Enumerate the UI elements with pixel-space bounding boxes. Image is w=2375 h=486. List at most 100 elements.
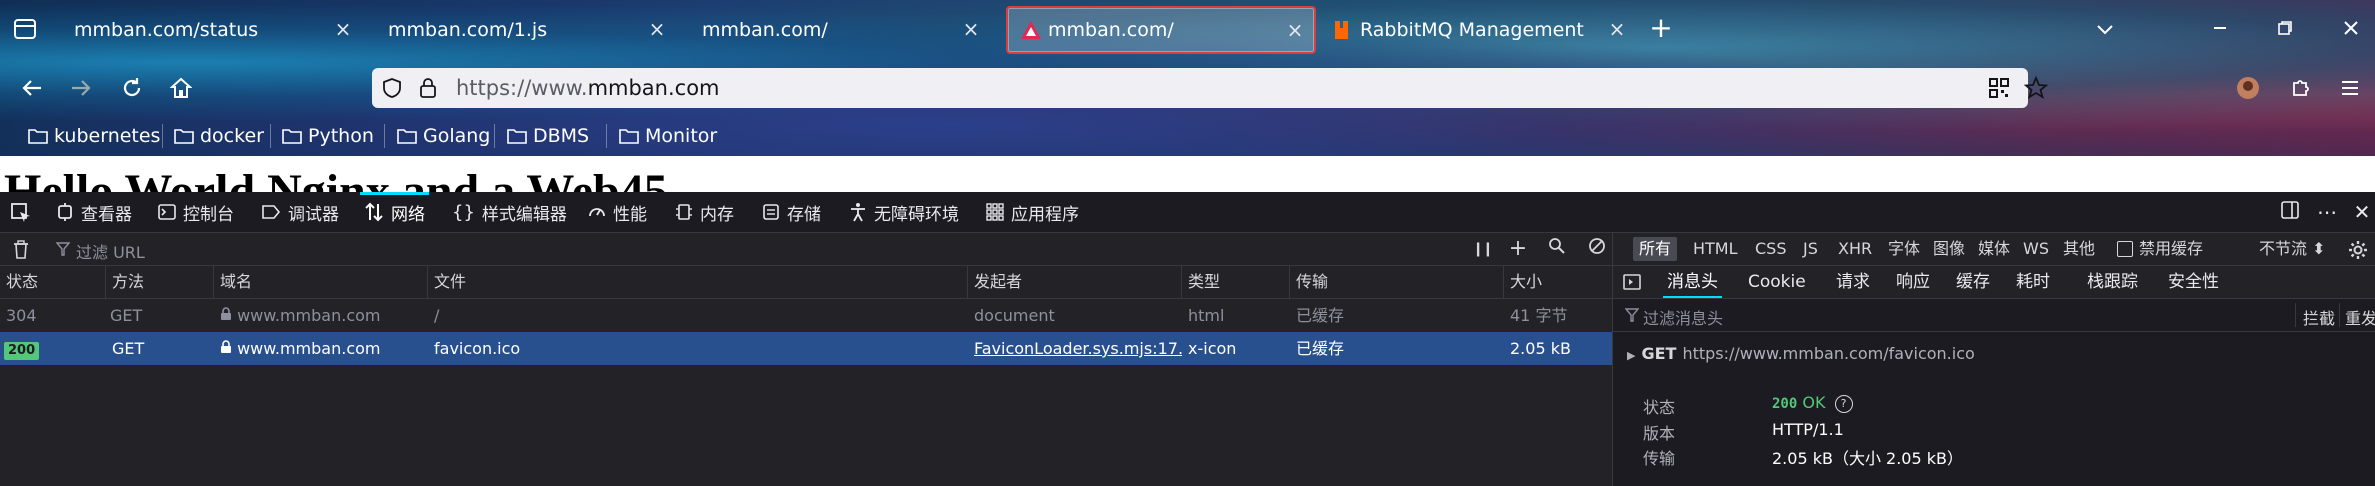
sidebar-toggle-icon[interactable]	[10, 16, 40, 42]
tab-storage[interactable]: 存储	[762, 192, 821, 232]
minimize-icon[interactable]	[2205, 14, 2235, 44]
filter-ws[interactable]: WS	[2023, 233, 2049, 265]
close-icon[interactable]: ×	[960, 18, 982, 40]
disable-cache-checkbox[interactable]	[2117, 241, 2133, 257]
extensions-icon[interactable]	[2282, 70, 2318, 106]
filter-xhr[interactable]: XHR	[1838, 233, 1872, 265]
block-icon[interactable]	[1585, 237, 1609, 261]
cell-transfer: 已缓存	[1296, 339, 1345, 358]
tab-label: 网络	[391, 204, 425, 225]
url-text[interactable]: https://www.mmban.com	[456, 68, 720, 108]
filter-js[interactable]: JS	[1803, 233, 1818, 265]
restore-icon[interactable]	[2270, 14, 2300, 44]
url-bar[interactable]: https://www.mmban.com	[372, 68, 2048, 108]
column-transfer[interactable]: 传输	[1290, 266, 1504, 298]
tab-style-editor[interactable]: {} 样式编辑器	[452, 192, 567, 232]
lock-icon[interactable]	[418, 77, 438, 99]
dock-side-icon[interactable]	[2278, 200, 2302, 224]
tab-cookies[interactable]: Cookie	[1748, 266, 1806, 298]
forward-icon[interactable]	[63, 70, 99, 106]
cell-method: GET	[110, 306, 143, 325]
throttle-select[interactable]: 不节流 ⬍	[2259, 233, 2326, 265]
filter-images[interactable]: 图像	[1933, 233, 1965, 265]
tab-application[interactable]: 应用程序	[986, 192, 1079, 232]
filter-headers-input[interactable]: 过滤消息头	[1643, 305, 1723, 329]
tab-accessibility[interactable]: 无障碍环境	[849, 192, 959, 232]
tab-request[interactable]: 请求	[1836, 266, 1870, 298]
column-method[interactable]: 方法	[106, 266, 214, 298]
tab-performance[interactable]: 性能	[588, 192, 647, 232]
tab-cache[interactable]: 缓存	[1956, 266, 1990, 298]
reload-icon[interactable]	[114, 70, 150, 106]
pause-icon[interactable]: ❙❙	[1470, 237, 1494, 261]
close-window-icon[interactable]	[2336, 14, 2366, 44]
shield-icon[interactable]	[382, 77, 402, 99]
search-icon[interactable]	[1545, 237, 1569, 261]
tab-headers[interactable]: 消息头	[1663, 266, 1722, 298]
home-icon[interactable]	[163, 70, 199, 106]
bookmark-python[interactable]: Python	[282, 122, 374, 150]
column-file[interactable]: 文件	[428, 266, 968, 298]
request-line[interactable]: ▶ GET https://www.mmban.com/favicon.ico	[1627, 344, 1975, 363]
column-size[interactable]: 大小	[1504, 266, 1612, 298]
filter-html[interactable]: HTML	[1693, 233, 1738, 265]
tab-response[interactable]: 响应	[1896, 266, 1930, 298]
cell-initiator-link[interactable]: FaviconLoader.sys.mjs:17...	[968, 332, 1182, 365]
avatar[interactable]	[2230, 70, 2266, 106]
tab-memory[interactable]: 内存	[675, 192, 734, 232]
devtools-panel: 查看器 控制台 调试器 网络 {} 样式编辑器 性能 内存 存储 无障碍环境 应…	[0, 192, 2375, 486]
trash-icon[interactable]	[12, 240, 30, 260]
filter-media[interactable]: 媒体	[1978, 233, 2010, 265]
add-request-icon[interactable]: +	[1506, 237, 1530, 261]
bookmark-monitor[interactable]: Monitor	[619, 122, 717, 150]
more-options-icon[interactable]: ⋯	[2315, 200, 2339, 224]
column-status[interactable]: 状态	[0, 266, 106, 298]
resend-button[interactable]: 重发	[2345, 305, 2375, 329]
tab-stack-trace[interactable]: 栈跟踪	[2087, 266, 2138, 298]
tab-debugger[interactable]: 调试器	[261, 192, 339, 232]
gear-icon[interactable]	[2348, 240, 2368, 260]
column-initiator[interactable]: 发起者	[968, 266, 1182, 298]
qr-code-icon[interactable]	[1988, 77, 2010, 99]
filter-all[interactable]: 所有	[1633, 237, 1678, 261]
new-tab-button[interactable]: +	[1646, 14, 1676, 44]
tab-security[interactable]: 安全性	[2168, 266, 2219, 298]
tab-timings[interactable]: 耗时	[2016, 266, 2050, 298]
toggle-sidebar-icon[interactable]	[1623, 274, 1641, 290]
tab-rabbitmq[interactable]: RabbitMQ Management ×	[1326, 9, 1636, 51]
tab-network[interactable]: 网络	[360, 192, 429, 232]
table-row[interactable]: 304 GET www.mmban.com / document html 已缓…	[0, 299, 1612, 332]
tab-1js[interactable]: mmban.com/1.js ×	[370, 9, 676, 51]
back-icon[interactable]	[14, 70, 50, 106]
menu-icon[interactable]	[2332, 70, 2368, 106]
filter-url-input[interactable]: 过滤 URL	[76, 239, 145, 263]
tab-label: 样式编辑器	[481, 204, 567, 225]
close-icon[interactable]: ×	[332, 18, 354, 40]
tab-status[interactable]: mmban.com/status ×	[56, 9, 362, 51]
filter-fonts[interactable]: 字体	[1888, 233, 1920, 265]
table-row[interactable]: 200 GET www.mmban.com favicon.ico Favico…	[0, 332, 1612, 365]
help-icon[interactable]: ?	[1834, 395, 1853, 413]
bookmark-golang[interactable]: Golang	[397, 122, 490, 150]
star-icon[interactable]	[2024, 76, 2048, 100]
bookmark-docker[interactable]: docker	[174, 122, 264, 150]
close-icon[interactable]: ×	[1284, 19, 1306, 41]
close-devtools-icon[interactable]: ✕	[2350, 200, 2374, 224]
list-all-tabs-icon[interactable]	[2090, 14, 2120, 44]
filter-css[interactable]: CSS	[1755, 233, 1786, 265]
close-icon[interactable]: ×	[646, 18, 668, 40]
disable-cache-label[interactable]: 禁用缓存	[2139, 233, 2203, 265]
column-type[interactable]: 类型	[1182, 266, 1290, 298]
tab-console[interactable]: 控制台	[158, 192, 234, 232]
close-icon[interactable]: ×	[1606, 18, 1628, 40]
column-domain[interactable]: 域名	[214, 266, 428, 298]
tab-root[interactable]: mmban.com/ ×	[684, 9, 990, 51]
tab-root-active[interactable]: mmban.com/ ×	[1006, 6, 1316, 54]
pick-element-icon[interactable]	[10, 202, 32, 224]
bookmark-kubernetes[interactable]: kubernetes	[28, 122, 160, 150]
block-button[interactable]: 拦截	[2303, 305, 2335, 329]
tab-inspector[interactable]: 查看器	[56, 192, 132, 232]
filter-other[interactable]: 其他	[2063, 233, 2095, 265]
tab-label: mmban.com/1.js	[388, 19, 548, 41]
bookmark-dbms[interactable]: DBMS	[507, 122, 589, 150]
